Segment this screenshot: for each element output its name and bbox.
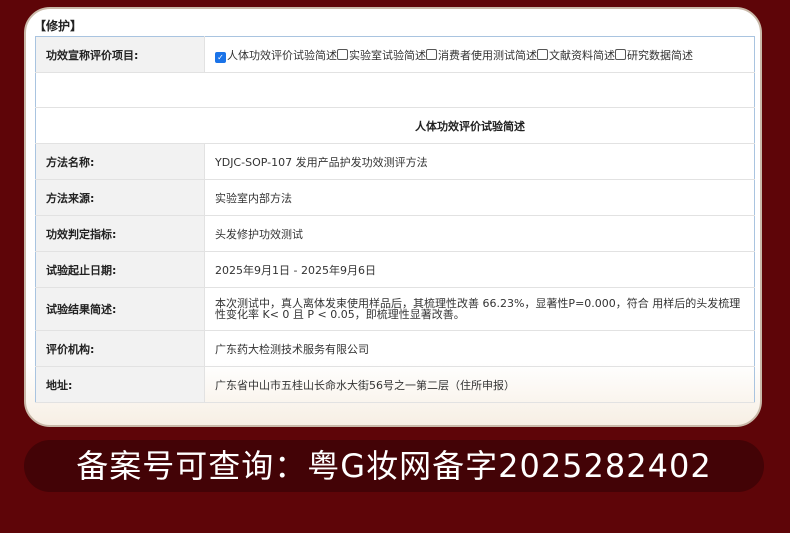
row-label: 方法来源: [35,179,205,216]
section-title: 【修护】 [34,19,83,33]
row-value: 广东药大检测技术服务有限公司 [204,330,755,367]
row-label: 地址: [35,366,205,403]
claims-options: ✓ 人体功效评价试验简述 实验室试验简述 消费者使用测试简述 文献资料简述 研究数据简述 [204,36,755,73]
row-value: 广东省中山市五桂山长命水大街56号之一第二层（住所申报） [204,366,755,403]
row-label: 试验结果简述: [35,287,205,331]
claim-option[interactable]: 实验室试验简述 [337,48,426,62]
row-value: 本次测试中，真人离体发束使用样品后，其梳理性改善 66.23%，显著性P=0.0… [204,287,755,331]
table-row: 方法名称: YDJC-SOP-107 发用产品护发功效测评方法 [35,143,755,180]
row-value: 头发修护功效测试 [204,215,755,252]
row-label: 评价机构: [35,330,205,367]
row-label: 功效判定指标: [35,215,205,252]
claims-label: 功效宣称评价项目: [35,36,205,73]
table-row: 地址: 广东省中山市五桂山长命水大街56号之一第二层（住所申报） [35,366,755,403]
claim-option-label: 消费者使用测试简述 [438,48,537,62]
claim-option[interactable]: 文献资料简述 [537,48,615,62]
table-row: 试验结果简述: 本次测试中，真人离体发束使用样品后，其梳理性改善 66.23%，显… [35,287,755,331]
checkbox[interactable] [337,48,348,60]
table-row: 方法来源: 实验室内部方法 [35,179,755,216]
row-value: 2025年9月1日 - 2025年9月6日 [204,251,755,288]
registration-banner: 备案号可查询：粤G妆网备字2025282402 [24,440,764,492]
table-row: 试验起止日期: 2025年9月1日 - 2025年9月6日 [35,251,755,288]
claim-option-label: 研究数据简述 [627,48,693,62]
checkbox[interactable] [537,48,548,60]
row-label: 方法名称: [35,143,205,180]
row-value: 实验室内部方法 [204,179,755,216]
table-row: 评价机构: 广东药大检测技术服务有限公司 [35,330,755,367]
row-label: 试验起止日期: [35,251,205,288]
checkbox[interactable]: ✓ [215,51,226,63]
checkbox[interactable] [426,48,437,60]
claim-option-label: 人体功效评价试验简述 [227,48,337,62]
subtitle: 人体功效评价试验简述 [35,107,755,144]
row-value: YDJC-SOP-107 发用产品护发功效测评方法 [204,143,755,180]
claim-option-label: 实验室试验简述 [349,48,426,62]
checkbox[interactable] [615,48,626,60]
claim-option-label: 文献资料简述 [549,48,615,62]
claim-option[interactable]: 消费者使用测试简述 [426,48,537,62]
table-row: 功效判定指标: 头发修护功效测试 [35,215,755,252]
claim-option[interactable]: ✓ 人体功效评价试验简述 [215,48,337,63]
claim-option[interactable]: 研究数据简述 [615,48,693,62]
efficacy-table: 功效宣称评价项目: ✓ 人体功效评价试验简述 实验室试验简述 消费者使用测试简述 文献资… [35,36,755,403]
